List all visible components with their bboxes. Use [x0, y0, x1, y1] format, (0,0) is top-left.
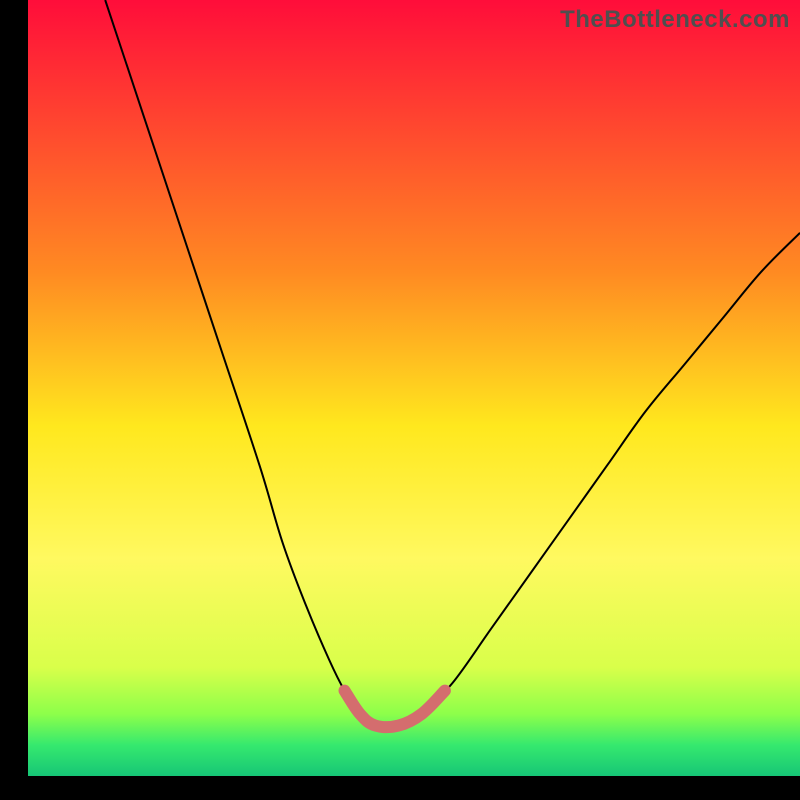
bottleneck-chart	[0, 0, 800, 800]
chart-frame: TheBottleneck.com	[0, 0, 800, 800]
watermark-text: TheBottleneck.com	[560, 6, 790, 34]
